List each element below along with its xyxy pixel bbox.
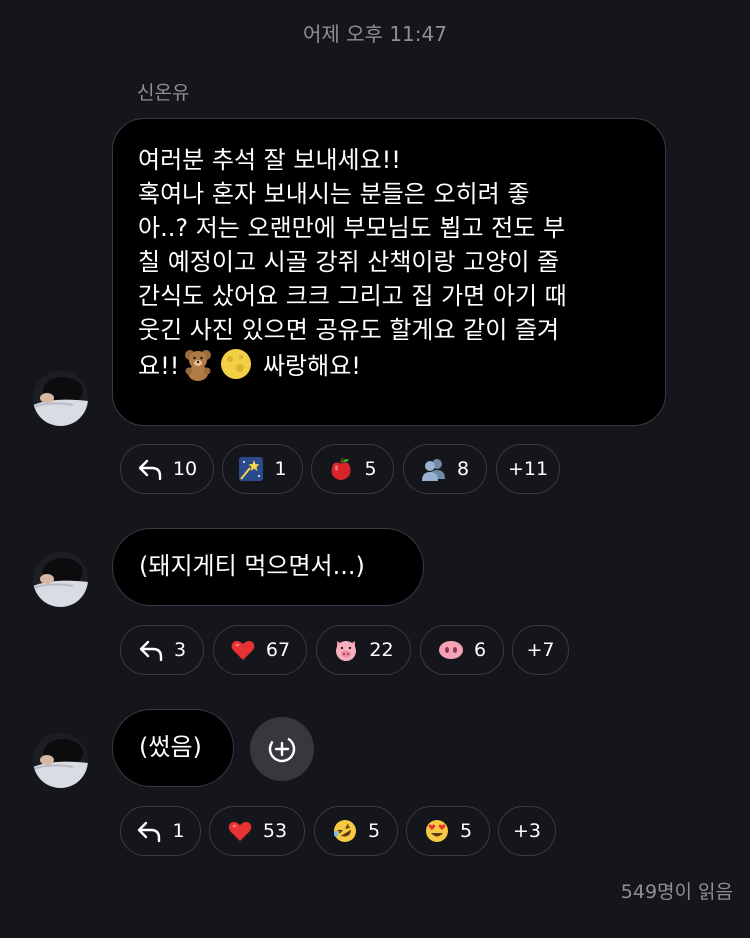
message-line: 혹여나 혼자 보내시는 분들은 오히려 좋 [138,180,530,208]
more-reactions-button[interactable]: +3 [498,806,556,856]
reaction-count: 3 [173,639,187,661]
reaction-count: 5 [364,458,377,480]
reply-icon [137,456,163,482]
chat-screen: 어제 오후 11:47 신온유 여러분 추석 잘 보내세요!! 혹여나 혼자 보… [0,0,750,938]
message-line: 칠 예정이고 시골 강쥐 산책이랑 고양이 줄 [138,248,560,276]
pig-nose-emoji-icon [438,637,464,663]
message-line: 아..? 저는 오랜만에 부모님도 뵙고 전도 부 [138,214,566,242]
message-bubble[interactable]: 여러분 추석 잘 보내세요!! 혹여나 혼자 보내시는 분들은 오히려 좋 아.… [112,118,666,426]
reaction-count: 1 [274,458,287,480]
reply-count-button[interactable]: 3 [120,625,204,675]
more-reactions-button[interactable]: +11 [496,444,560,494]
busts-emoji-icon [421,456,447,482]
read-receipt: 549명이 읽음 [620,881,733,903]
reaction-count: 67 [265,639,291,661]
avatar[interactable] [33,733,88,788]
reply-count-button[interactable]: 1 [120,806,201,856]
add-reaction-icon [268,735,296,763]
reaction-button[interactable]: 5 [311,444,394,494]
avatar[interactable] [33,371,88,426]
message-text: 요!! [138,352,180,380]
more-reactions-count: +3 [512,820,541,842]
reaction-count: 53 [262,820,288,842]
sender-name: 신온유 [137,82,190,104]
reaction-count: 6 [473,639,487,661]
reaction-count: 5 [367,820,381,842]
message-bubble[interactable]: (돼지게티 먹으면서...) [112,528,424,606]
reaction-button[interactable]: 67 [213,625,307,675]
message-text: (돼지게티 먹으면서...) [139,552,365,580]
reply-count-button[interactable]: 10 [120,444,214,494]
message-bubble[interactable]: (썼음) [112,709,234,787]
apple-emoji-icon [328,456,354,482]
stars-emoji-icon [238,456,264,482]
reaction-button[interactable]: 1 [222,444,303,494]
pig-face-emoji-icon [333,637,359,663]
reaction-count: 22 [369,639,394,661]
reaction-button[interactable]: 8 [403,444,487,494]
message-line: 간식도 샀어요 크크 그리고 집 가면 아기 때 [138,282,567,310]
heart-eyes-emoji-icon [424,818,450,844]
more-reactions-button[interactable]: +7 [512,625,569,675]
reaction-count: 1 [172,820,185,842]
reaction-button[interactable]: 5 [406,806,490,856]
reply-icon [136,818,162,844]
teddy-bear-icon [181,347,215,381]
full-moon-icon [219,347,253,381]
reply-icon [138,637,164,663]
reaction-count: 5 [459,820,473,842]
reaction-button[interactable]: 5 [314,806,398,856]
reaction-button[interactable]: 22 [316,625,411,675]
heart-emoji-icon [227,818,253,844]
message-text: (썼음) [139,733,202,761]
reaction-button[interactable]: 6 [420,625,504,675]
rofl-emoji-icon [332,818,358,844]
heart-emoji-icon [230,637,256,663]
more-reactions-count: +7 [526,639,555,661]
message-line: 요!! 싸랑해요! [138,347,641,383]
reaction-count: 10 [172,458,198,480]
reaction-count: 8 [456,458,470,480]
avatar[interactable] [33,552,88,607]
message-line: 여러분 추석 잘 보내세요!! [138,146,401,174]
message-line: 웃긴 사진 있으면 공유도 할게요 같이 즐겨 [138,316,560,344]
add-reaction-button[interactable] [250,717,314,781]
more-reactions-count: +11 [507,458,549,480]
reaction-button[interactable]: 53 [209,806,305,856]
message-timestamp: 어제 오후 11:47 [303,22,447,46]
message-text: 싸랑해요! [262,352,361,380]
